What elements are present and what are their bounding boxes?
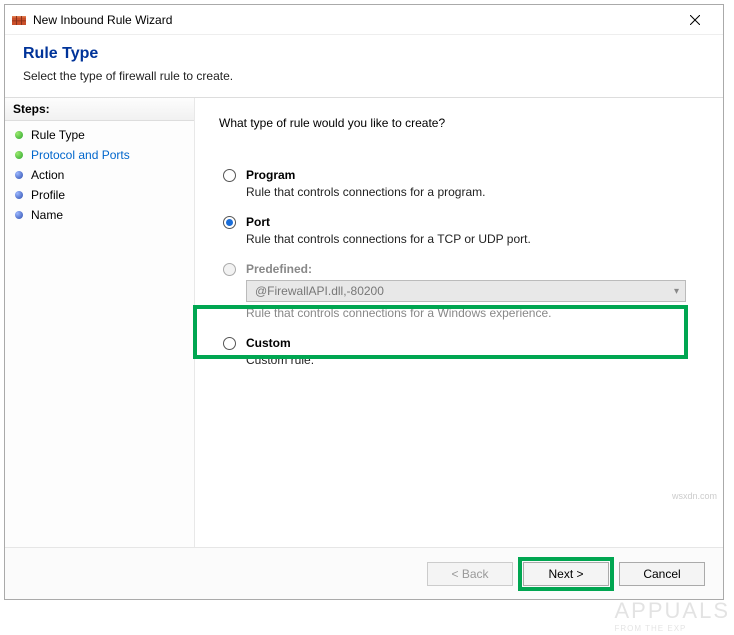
- bullet-icon: [15, 171, 23, 179]
- steps-panel: Steps: Rule Type Protocol and Ports Acti…: [5, 98, 195, 547]
- bullet-icon: [15, 151, 23, 159]
- titlebar: New Inbound Rule Wizard: [5, 5, 723, 35]
- page-title: Rule Type: [23, 45, 705, 63]
- radio-port[interactable]: [223, 216, 236, 229]
- question-text: What type of rule would you like to crea…: [219, 116, 699, 130]
- option-predefined: Predefined: @FirewallAPI.dll,-80200 ▾ Ru…: [219, 256, 699, 330]
- rule-type-options: Program Rule that controls connections f…: [219, 162, 699, 377]
- step-profile[interactable]: Profile: [5, 185, 194, 205]
- window-title: New Inbound Rule Wizard: [33, 13, 672, 27]
- option-label: Predefined:: [246, 262, 312, 276]
- firewall-icon: [11, 12, 27, 28]
- step-label: Name: [31, 208, 63, 222]
- option-label: Program: [246, 168, 295, 182]
- steps-heading: Steps:: [5, 98, 194, 121]
- steps-list: Rule Type Protocol and Ports Action Prof…: [5, 121, 194, 229]
- next-button[interactable]: Next >: [523, 562, 609, 586]
- step-label: Action: [31, 168, 64, 182]
- chevron-down-icon: ▾: [674, 286, 679, 297]
- option-port[interactable]: Port Rule that controls connections for …: [219, 209, 699, 256]
- select-value: @FirewallAPI.dll,-80200: [255, 284, 384, 298]
- option-desc: Rule that controls connections for a pro…: [246, 185, 695, 199]
- wizard-footer: < Back Next > Cancel: [5, 547, 723, 599]
- radio-predefined[interactable]: [223, 263, 236, 276]
- option-desc: Rule that controls connections for a Win…: [246, 306, 695, 320]
- content-panel: What type of rule would you like to crea…: [195, 98, 723, 547]
- option-label: Custom: [246, 336, 291, 350]
- cancel-button[interactable]: Cancel: [619, 562, 705, 586]
- page-subtitle: Select the type of firewall rule to crea…: [23, 69, 705, 83]
- step-rule-type[interactable]: Rule Type: [5, 125, 194, 145]
- back-button: < Back: [427, 562, 513, 586]
- bullet-icon: [15, 211, 23, 219]
- wizard-body: Steps: Rule Type Protocol and Ports Acti…: [5, 98, 723, 547]
- option-desc: Custom rule.: [246, 353, 695, 367]
- watermark-tag: FROM THE EXP: [615, 624, 731, 633]
- option-desc: Rule that controls connections for a TCP…: [246, 232, 695, 246]
- step-label: Rule Type: [31, 128, 85, 142]
- step-label: Profile: [31, 188, 65, 202]
- wizard-window: New Inbound Rule Wizard Rule Type Select…: [4, 4, 724, 600]
- option-program[interactable]: Program Rule that controls connections f…: [219, 162, 699, 209]
- page-header: Rule Type Select the type of firewall ru…: [5, 35, 723, 98]
- predefined-select[interactable]: @FirewallAPI.dll,-80200 ▾: [246, 280, 686, 302]
- step-name[interactable]: Name: [5, 205, 194, 225]
- step-protocol-ports[interactable]: Protocol and Ports: [5, 145, 194, 165]
- watermark: APPUALS FROM THE EXP: [615, 598, 731, 633]
- option-label: Port: [246, 215, 270, 229]
- step-label: Protocol and Ports: [31, 148, 130, 162]
- close-button[interactable]: [672, 6, 717, 34]
- option-custom[interactable]: Custom Custom rule.: [219, 330, 699, 377]
- bullet-icon: [15, 131, 23, 139]
- bullet-icon: [15, 191, 23, 199]
- radio-custom[interactable]: [223, 337, 236, 350]
- step-action[interactable]: Action: [5, 165, 194, 185]
- radio-program[interactable]: [223, 169, 236, 182]
- watermark-url: wsxdn.com: [672, 491, 717, 501]
- close-icon: [690, 15, 700, 25]
- watermark-brand: APPUALS: [615, 598, 731, 623]
